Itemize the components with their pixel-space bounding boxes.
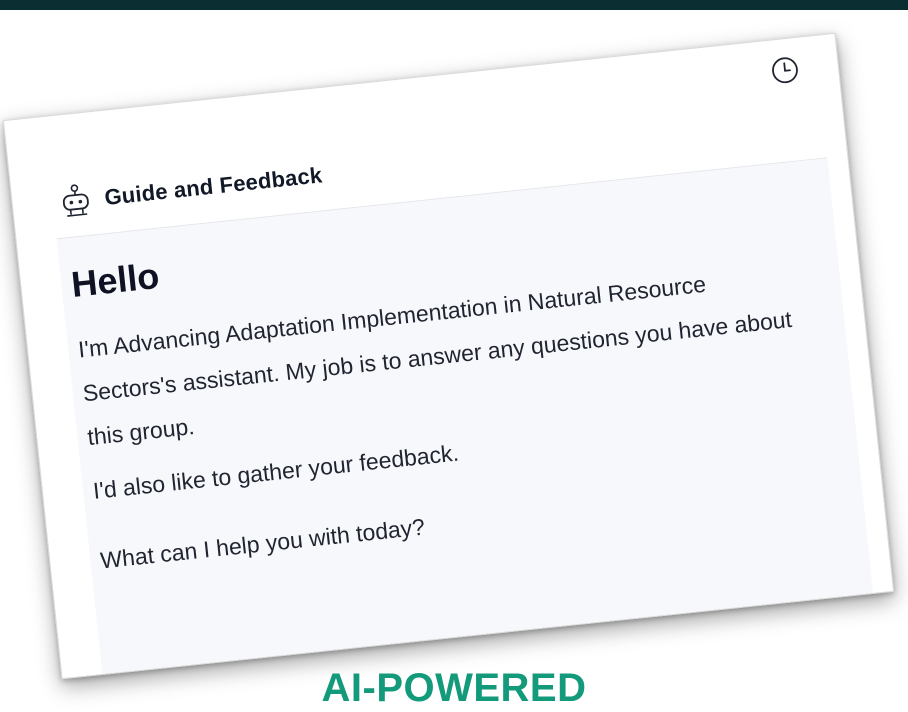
clock-icon[interactable] (768, 54, 801, 87)
ai-powered-banner: AI-POWERED (321, 666, 587, 710)
chat-title: Guide and Feedback (103, 162, 324, 211)
top-bar (0, 0, 908, 10)
robot-icon (59, 183, 93, 222)
message-panel: Hello I'm Advancing Adaptation Implement… (56, 158, 874, 674)
greeting-heading: Hello (69, 254, 162, 305)
chat-widget: Guide and Feedback Hello I'm Advancing A… (2, 32, 895, 680)
screenshot-stage: Guide and Feedback Hello I'm Advancing A… (0, 0, 908, 712)
